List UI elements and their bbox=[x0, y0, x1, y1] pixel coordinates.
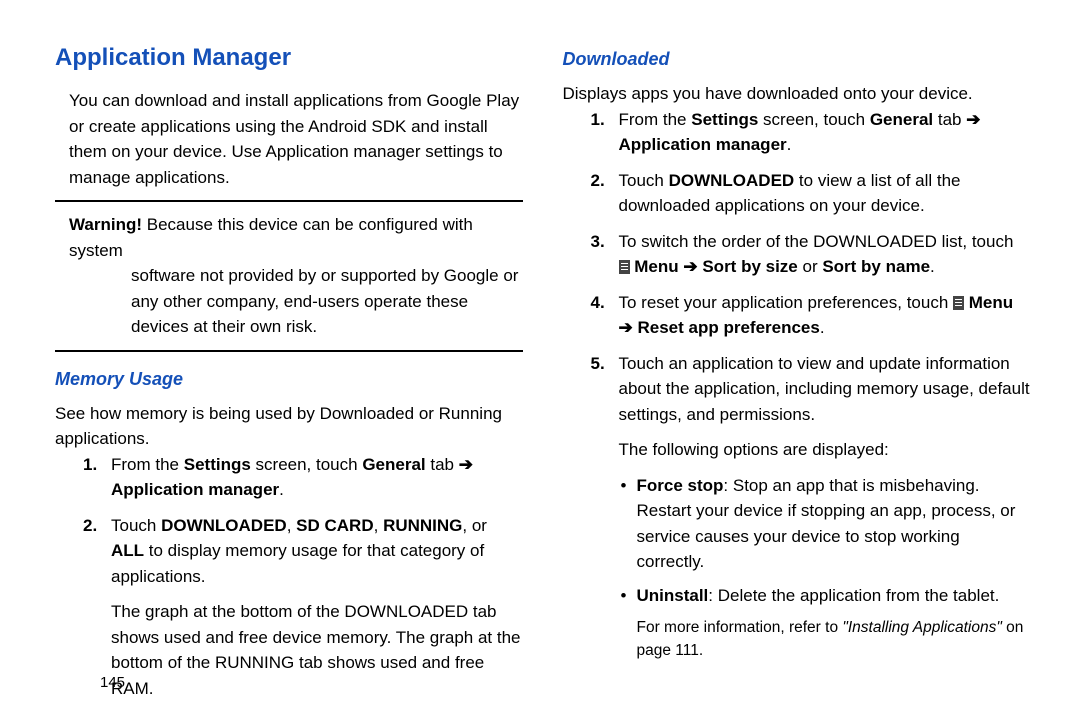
downloaded-heading: Downloaded bbox=[563, 46, 1031, 73]
downloaded-intro: Displays apps you have downloaded onto y… bbox=[563, 81, 1031, 107]
page-content: Application Manager You can download and… bbox=[55, 40, 1030, 690]
reference-note: For more information, refer to "Installi… bbox=[637, 616, 1031, 663]
option-uninstall: Uninstall: Delete the application from t… bbox=[621, 583, 1031, 609]
menu-icon bbox=[619, 260, 630, 274]
divider bbox=[55, 200, 523, 202]
warning-block: Warning! Because this device can be conf… bbox=[55, 212, 523, 340]
arrow-icon: ➔ bbox=[683, 257, 697, 276]
arrow-icon: ➔ bbox=[459, 455, 473, 474]
memory-steps: From the Settings screen, touch General … bbox=[83, 452, 523, 590]
arrow-icon: ➔ bbox=[619, 318, 633, 337]
graph-note: The graph at the bottom of the DOWNLOADE… bbox=[111, 599, 523, 701]
warning-body-cont: software not provided by or supported by… bbox=[131, 263, 523, 340]
options-list: Force stop: Stop an app that is misbehav… bbox=[621, 473, 1031, 609]
arrow-icon: ➔ bbox=[966, 110, 980, 129]
dl-step-4: To reset your application preferences, t… bbox=[591, 290, 1031, 341]
memory-intro: See how memory is being used by Download… bbox=[55, 401, 523, 452]
dl-step-1: From the Settings screen, touch General … bbox=[591, 107, 1031, 158]
step-1: From the Settings screen, touch General … bbox=[83, 452, 523, 503]
menu-icon bbox=[953, 296, 964, 310]
main-heading: Application Manager bbox=[55, 40, 523, 76]
memory-usage-heading: Memory Usage bbox=[55, 366, 523, 393]
dl-step-5: Touch an application to view and update … bbox=[591, 351, 1031, 428]
right-column: Downloaded Displays apps you have downlo… bbox=[563, 40, 1031, 690]
option-force-stop: Force stop: Stop an app that is misbehav… bbox=[621, 473, 1031, 575]
divider bbox=[55, 350, 523, 352]
intro-paragraph: You can download and install application… bbox=[69, 88, 523, 190]
dl-step-2: Touch DOWNLOADED to view a list of all t… bbox=[591, 168, 1031, 219]
options-intro: The following options are displayed: bbox=[619, 437, 1031, 463]
dl-step-3: To switch the order of the DOWNLOADED li… bbox=[591, 229, 1031, 280]
downloaded-steps: From the Settings screen, touch General … bbox=[591, 107, 1031, 428]
page-number: 145 bbox=[100, 672, 125, 695]
warning-label: Warning! bbox=[69, 215, 142, 234]
step-2: Touch DOWNLOADED, SD CARD, RUNNING, or A… bbox=[83, 513, 523, 590]
left-column: Application Manager You can download and… bbox=[55, 40, 523, 690]
